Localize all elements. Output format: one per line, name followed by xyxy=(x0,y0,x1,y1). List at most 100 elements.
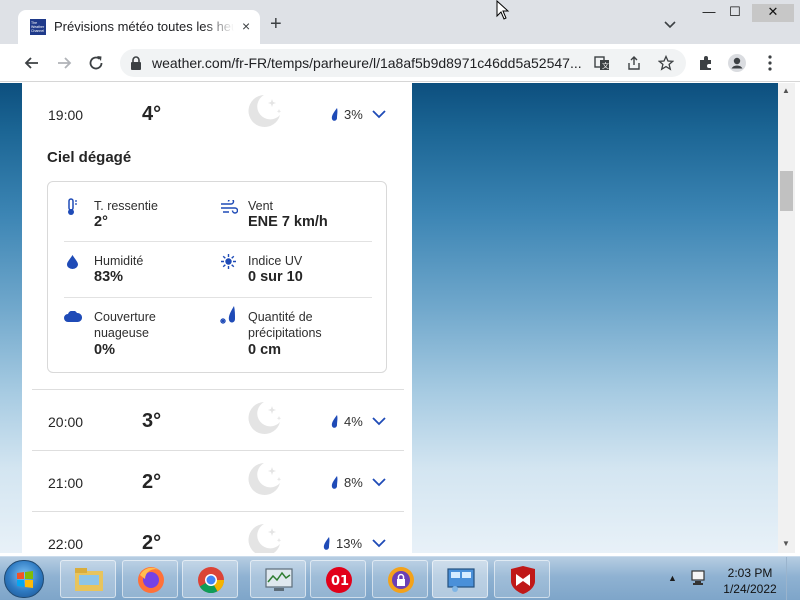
windows-taskbar: 01 ▲ 2:03 PM 1/24/2022 xyxy=(0,556,800,600)
vpn-lock-icon xyxy=(388,567,414,593)
mouse-cursor-icon xyxy=(496,0,510,20)
tab-title: Prévisions météo toutes les heures xyxy=(54,19,234,34)
hour-time: 22:00 xyxy=(48,536,84,552)
detail-divider xyxy=(64,297,372,298)
chevron-down-icon[interactable] xyxy=(372,416,386,426)
uv-sun-icon xyxy=(221,254,236,269)
cloud-cover-value: 0% xyxy=(94,342,115,358)
clock-time[interactable]: 2:03 PM xyxy=(722,566,778,580)
chevron-up-icon[interactable] xyxy=(372,109,386,119)
svg-text:01: 01 xyxy=(331,574,349,589)
scroll-down-arrow-icon[interactable]: ▼ xyxy=(782,539,790,548)
hour-row-expanded[interactable]: 19:00 4° 3% xyxy=(32,85,404,143)
precip-amount-label-1: Quantité de xyxy=(248,310,313,324)
hour-temp: 2° xyxy=(142,471,162,493)
clear-night-moon-icon xyxy=(248,95,282,127)
tray-expand-arrow-icon[interactable]: ▲ xyxy=(668,573,677,583)
tab-search-icon[interactable] xyxy=(660,17,680,33)
mcafee-shield-icon xyxy=(511,566,535,594)
cloud-cover-label-2: nuageuse xyxy=(94,326,149,340)
new-tab-button[interactable]: + xyxy=(270,14,282,34)
details-panel: T. ressentie 2° Vent ENE 7 km/h Humidité… xyxy=(47,181,387,373)
clock-date[interactable]: 1/24/2022 xyxy=(716,582,784,596)
hour-row[interactable]: 20:00 3° 4% xyxy=(32,392,404,450)
01net-icon: 01 xyxy=(326,567,352,593)
wind-label: Vent xyxy=(248,199,274,213)
precipitation-amount-icon xyxy=(220,306,235,324)
lock-icon[interactable] xyxy=(130,56,142,70)
row-divider xyxy=(32,450,404,451)
share-icon[interactable] xyxy=(626,55,642,71)
cloud-cover-label-1: Couverture xyxy=(94,310,156,324)
svg-text:文: 文 xyxy=(602,61,609,70)
taskbar-mcafee[interactable] xyxy=(494,560,550,598)
bookmark-star-icon[interactable] xyxy=(658,55,674,71)
hour-precip: 13% xyxy=(336,536,363,551)
taskbar-file-explorer[interactable] xyxy=(60,560,116,598)
precip-amount-value: 0 cm xyxy=(248,342,282,358)
clear-night-moon-icon xyxy=(248,402,282,434)
taskbar-control-panel[interactable] xyxy=(432,560,488,598)
feels-like-label: T. ressentie xyxy=(94,199,158,213)
taskbar-firefox[interactable] xyxy=(122,560,178,598)
uv-value: 0 sur 10 xyxy=(248,269,303,285)
condition-text: Ciel dégagé xyxy=(47,149,132,166)
page-scrollbar[interactable]: ▲ ▼ xyxy=(778,83,795,553)
taskbar-chrome[interactable] xyxy=(182,560,238,598)
hour-temp: 4° xyxy=(142,103,162,125)
hour-row[interactable]: 22:00 2° 13% xyxy=(32,514,404,553)
precip-amount-label-2: précipitations xyxy=(248,326,322,340)
hour-precip: 4% xyxy=(344,414,363,429)
precip-drop-icon xyxy=(331,415,338,428)
hour-temp: 2° xyxy=(142,532,162,553)
tab-close-button[interactable]: × xyxy=(242,18,250,34)
extensions-puzzle-icon[interactable] xyxy=(696,53,716,73)
wind-value: ENE 7 km/h xyxy=(248,214,328,230)
chrome-icon xyxy=(198,567,225,594)
browser-tab[interactable]: The Weather Channel Prévisions météo tou… xyxy=(18,10,260,44)
humidity-drop-icon xyxy=(67,255,78,269)
weather-channel-favicon: The Weather Channel xyxy=(30,19,46,35)
start-button[interactable] xyxy=(4,560,44,598)
taskbar-monitor-app[interactable] xyxy=(250,560,306,598)
browser-menu-icon[interactable] xyxy=(760,53,780,73)
hour-row[interactable]: 21:00 2° 8% xyxy=(32,453,404,511)
translate-icon[interactable]: 文 xyxy=(594,55,610,71)
window-minimize-button[interactable]: — xyxy=(700,4,718,22)
window-maximize-button[interactable]: ☐ xyxy=(726,4,744,22)
taskbar-01net[interactable]: 01 xyxy=(310,560,366,598)
window-close-button[interactable]: ✕ xyxy=(752,4,794,22)
humidity-value: 83% xyxy=(94,269,124,285)
address-bar[interactable]: weather.com/fr-FR/temps/parheure/l/1a8af… xyxy=(120,49,686,77)
browser-toolbar: weather.com/fr-FR/temps/parheure/l/1a8af… xyxy=(0,44,800,82)
hour-precip: 3% xyxy=(344,107,363,122)
forward-arrow-icon[interactable] xyxy=(54,53,74,73)
chevron-down-icon[interactable] xyxy=(372,477,386,487)
control-panel-icon xyxy=(447,568,475,592)
detail-divider xyxy=(64,241,372,242)
hour-time: 19:00 xyxy=(48,107,84,123)
scroll-thumb[interactable] xyxy=(780,171,793,211)
hour-precip: 8% xyxy=(344,475,363,490)
page-viewport: 19:00 4° 3% Ciel dégagé T. ressentie 2° … xyxy=(0,83,778,553)
row-divider xyxy=(32,511,404,512)
taskbar-vpn-app[interactable] xyxy=(372,560,428,598)
network-icon[interactable] xyxy=(690,569,708,587)
scroll-up-arrow-icon[interactable]: ▲ xyxy=(782,86,790,95)
folder-icon xyxy=(75,568,103,591)
url-text: weather.com/fr-FR/temps/parheure/l/1a8af… xyxy=(152,55,582,71)
hour-temp: 3° xyxy=(142,410,162,432)
precip-drop-icon xyxy=(331,476,338,489)
thermometer-icon xyxy=(68,198,77,215)
chevron-down-icon[interactable] xyxy=(372,538,386,548)
back-arrow-icon[interactable] xyxy=(22,53,42,73)
hour-time: 21:00 xyxy=(48,475,84,491)
show-desktop-button[interactable] xyxy=(786,557,800,600)
resource-monitor-icon xyxy=(265,568,293,591)
hour-time: 20:00 xyxy=(48,414,84,430)
row-divider xyxy=(32,389,404,390)
firefox-icon xyxy=(138,567,164,593)
reload-icon[interactable] xyxy=(86,53,106,73)
profile-avatar-icon[interactable] xyxy=(727,53,747,73)
clear-night-moon-icon xyxy=(248,463,282,495)
